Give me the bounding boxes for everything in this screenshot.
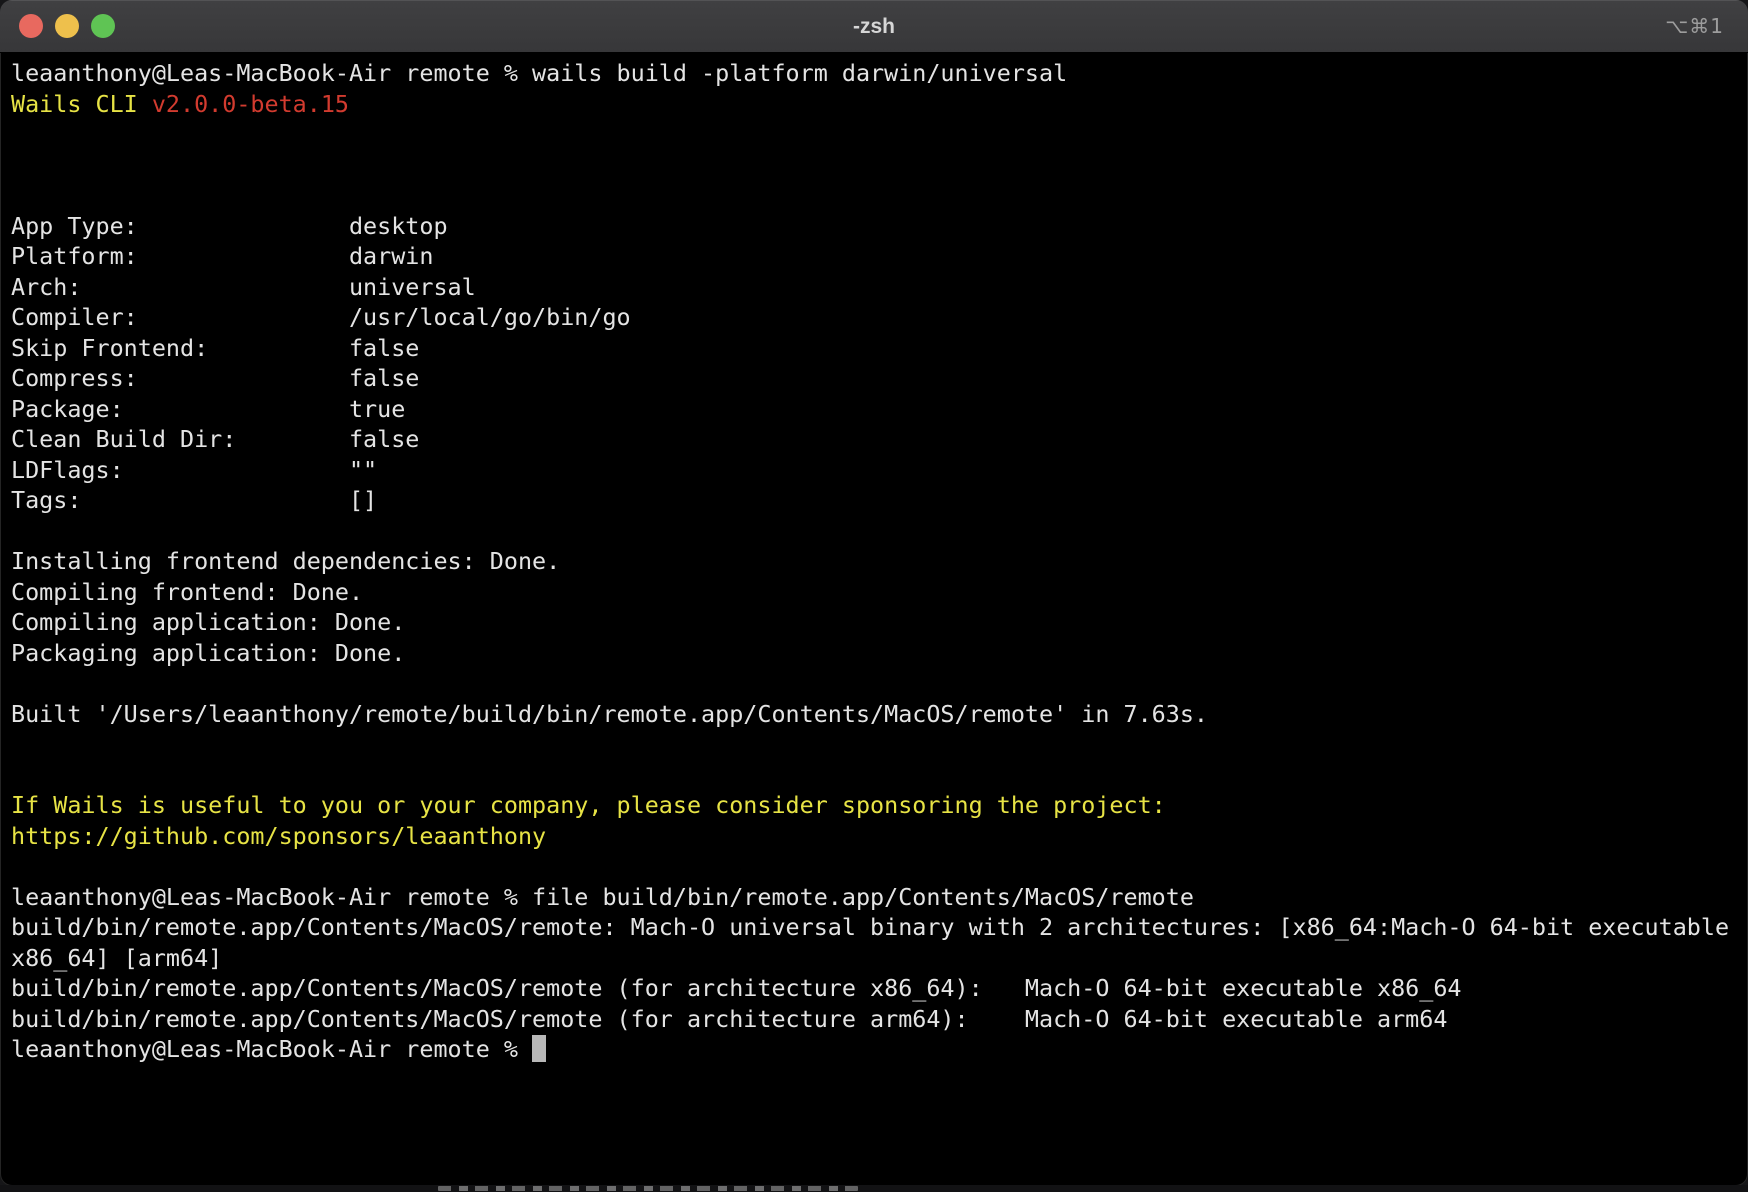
terminal-line: https://github.com/sponsors/leaanthony xyxy=(11,821,1748,852)
terminal-text-segment: Compiling frontend: Done. xyxy=(11,578,363,606)
window-shortcut-badge: ⌥⌘1 xyxy=(1665,0,1724,53)
terminal-line: Compiler: /usr/local/go/bin/go xyxy=(11,302,1748,333)
terminal-line: leaanthony@Leas-MacBook-Air remote % fil… xyxy=(11,882,1748,913)
terminal-line xyxy=(11,119,1748,150)
terminal-line xyxy=(11,150,1748,181)
terminal-line: Built '/Users/leaanthony/remote/build/bi… xyxy=(11,699,1748,730)
terminal-text-segment: Package: true xyxy=(11,395,405,423)
terminal-line: leaanthony@Leas-MacBook-Air remote % wai… xyxy=(11,58,1748,89)
terminal-line xyxy=(11,851,1748,882)
terminal-text-segment: Tags: [] xyxy=(11,486,377,514)
terminal-window: -zsh ⌥⌘1 leaanthony@Leas-MacBook-Air rem… xyxy=(0,0,1748,1186)
terminal-text-segment: Built '/Users/leaanthony/remote/build/bi… xyxy=(11,700,1208,728)
terminal-text-segment: Compress: false xyxy=(11,364,419,392)
terminal-line: build/bin/remote.app/Contents/MacOS/remo… xyxy=(11,912,1748,943)
terminal-line: Arch: universal xyxy=(11,272,1748,303)
terminal-line: Skip Frontend: false xyxy=(11,333,1748,364)
terminal-text-segment: Arch: universal xyxy=(11,273,476,301)
terminal-text-segment: Packaging application: Done. xyxy=(11,639,405,667)
background-window-edge xyxy=(0,1185,1748,1192)
background-window-text-smudge xyxy=(438,1186,858,1191)
terminal-text-segment: build/bin/remote.app/Contents/MacOS/remo… xyxy=(11,913,1729,941)
terminal-text-segment: leaanthony@Leas-MacBook-Air remote % xyxy=(11,1035,532,1063)
terminal-line: Tags: [] xyxy=(11,485,1748,516)
terminal-text-segment: Compiling application: Done. xyxy=(11,608,405,636)
terminal-body[interactable]: leaanthony@Leas-MacBook-Air remote % wai… xyxy=(0,53,1748,1065)
terminal-line: Platform: darwin xyxy=(11,241,1748,272)
terminal-line: x86_64] [arm64] xyxy=(11,943,1748,974)
terminal-line: leaanthony@Leas-MacBook-Air remote % xyxy=(11,1034,1748,1065)
terminal-line: Wails CLI v2.0.0-beta.15 xyxy=(11,89,1748,120)
terminal-text-segment: build/bin/remote.app/Contents/MacOS/remo… xyxy=(11,1005,1447,1033)
terminal-line: build/bin/remote.app/Contents/MacOS/remo… xyxy=(11,1004,1748,1035)
terminal-text-segment: build/bin/remote.app/Contents/MacOS/remo… xyxy=(11,974,1461,1002)
terminal-text-segment: LDFlags: "" xyxy=(11,456,377,484)
terminal-text-segment: Compiler: /usr/local/go/bin/go xyxy=(11,303,631,331)
terminal-line: Clean Build Dir: false xyxy=(11,424,1748,455)
terminal-text-segment: Clean Build Dir: false xyxy=(11,425,419,453)
terminal-text-segment: v2.0.0-beta.15 xyxy=(152,90,349,118)
terminal-line: LDFlags: "" xyxy=(11,455,1748,486)
terminal-line: Installing frontend dependencies: Done. xyxy=(11,546,1748,577)
terminal-line xyxy=(11,180,1748,211)
titlebar[interactable]: -zsh ⌥⌘1 xyxy=(0,0,1748,53)
window-title: -zsh xyxy=(0,0,1748,53)
terminal-line xyxy=(11,516,1748,547)
terminal-text-segment: Wails CLI xyxy=(11,90,152,118)
terminal-line: Compress: false xyxy=(11,363,1748,394)
terminal-text-segment: https://github.com/sponsors/leaanthony xyxy=(11,822,546,850)
terminal-line: Compiling frontend: Done. xyxy=(11,577,1748,608)
terminal-line: If Wails is useful to you or your compan… xyxy=(11,790,1748,821)
terminal-line xyxy=(11,760,1748,791)
terminal-text-segment: x86_64] [arm64] xyxy=(11,944,222,972)
terminal-line: App Type: desktop xyxy=(11,211,1748,242)
terminal-line: build/bin/remote.app/Contents/MacOS/remo… xyxy=(11,973,1748,1004)
terminal-line xyxy=(11,668,1748,699)
terminal-text-segment: Platform: darwin xyxy=(11,242,433,270)
terminal-text-segment: Skip Frontend: false xyxy=(11,334,419,362)
terminal-text-segment: If Wails is useful to you or your compan… xyxy=(11,791,1166,819)
terminal-line: Compiling application: Done. xyxy=(11,607,1748,638)
terminal-line xyxy=(11,729,1748,760)
terminal-text-segment: leaanthony@Leas-MacBook-Air remote % fil… xyxy=(11,883,1194,911)
terminal-text-segment: App Type: desktop xyxy=(11,212,448,240)
terminal-text-segment: leaanthony@Leas-MacBook-Air remote % wai… xyxy=(11,59,1067,87)
terminal-line: Package: true xyxy=(11,394,1748,425)
cursor-block xyxy=(532,1035,546,1062)
terminal-text-segment: Installing frontend dependencies: Done. xyxy=(11,547,560,575)
terminal-line: Packaging application: Done. xyxy=(11,638,1748,669)
